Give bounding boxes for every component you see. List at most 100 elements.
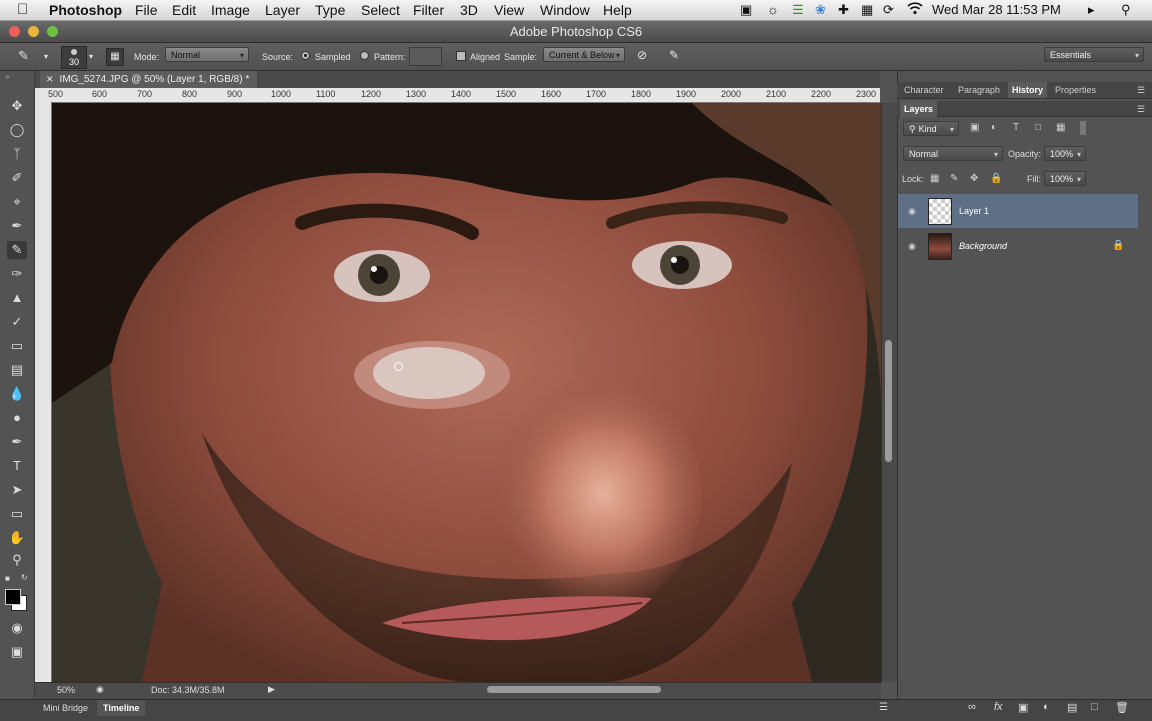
zoom-tool-icon[interactable]: ⚲	[7, 551, 27, 569]
clone-stamp-tool-icon[interactable]: ▲	[7, 289, 27, 307]
horizontal-ruler[interactable]: 500 600 700 800 900 1000 1100 1200 1300 …	[48, 88, 880, 103]
swap-colors-icon[interactable]: ↻	[21, 573, 28, 582]
menu-app-photoshop[interactable]: Photoshop	[49, 1, 122, 19]
tab-paragraph[interactable]: Paragraph	[954, 82, 1004, 98]
mode-dropdown[interactable]: Normal ▾	[165, 47, 249, 62]
puzzle-icon[interactable]: ▦	[861, 2, 873, 18]
tab-character[interactable]: Character	[900, 82, 948, 98]
rectangle-tool-icon[interactable]: ▭	[7, 505, 27, 523]
visibility-eye-icon[interactable]: ◉	[906, 240, 918, 252]
smart-object-filter-icon[interactable]: ▦	[1056, 122, 1065, 133]
lasso-tool-icon[interactable]: ᛉ	[7, 145, 27, 163]
menu-select[interactable]: Select	[361, 1, 400, 19]
speaker-icon[interactable]: ▸	[1088, 2, 1095, 18]
link-layers-icon[interactable]: ∞	[968, 701, 976, 713]
pen-tool-icon[interactable]: ✒	[7, 433, 27, 451]
hand-tool-icon[interactable]: ✋	[7, 529, 27, 547]
layer-style-icon[interactable]: fx	[994, 701, 1003, 713]
horizontal-scroll-thumb[interactable]	[487, 686, 661, 693]
pixel-filter-icon[interactable]: ▣	[970, 122, 979, 133]
search-icon[interactable]: ⚲	[1121, 2, 1131, 18]
marquee-tool-icon[interactable]: ◯	[7, 121, 27, 139]
camera-icon[interactable]: ▣	[740, 2, 752, 18]
medical-cross-icon[interactable]: ✚	[838, 2, 849, 18]
filter-toggle[interactable]	[1080, 121, 1086, 135]
equalizer-icon[interactable]: ☰	[792, 2, 804, 18]
quick-selection-tool-icon[interactable]: ✐	[7, 169, 27, 187]
vertical-scroll-thumb[interactable]	[885, 340, 892, 462]
dodge-tool-icon[interactable]: ●	[7, 409, 27, 427]
flower-icon[interactable]: ❀	[815, 2, 826, 18]
new-layer-icon[interactable]: □	[1091, 701, 1098, 713]
menu-type[interactable]: Type	[315, 1, 345, 19]
lock-position-icon[interactable]: ✥	[970, 173, 978, 184]
path-selection-tool-icon[interactable]: ➤	[7, 481, 27, 499]
default-colors-icon[interactable]: ■	[5, 574, 10, 583]
shape-filter-icon[interactable]: □	[1035, 122, 1041, 133]
crop-tool-icon[interactable]: ⌖	[7, 193, 27, 211]
quick-mask-icon[interactable]: ◉	[7, 619, 27, 637]
pressure-size-icon[interactable]: ✎	[669, 48, 679, 62]
eraser-tool-icon[interactable]: ▭	[7, 337, 27, 355]
lock-pixels-icon[interactable]: ✎	[950, 173, 958, 184]
menu-filter[interactable]: Filter	[413, 1, 444, 19]
menu-image[interactable]: Image	[211, 1, 250, 19]
brush-tool-icon[interactable]: ✑	[7, 265, 27, 283]
adjustment-layer-icon[interactable]: ◐	[1043, 701, 1050, 713]
brightness-icon[interactable]: ☼	[767, 2, 779, 18]
zoom-level[interactable]: 50%	[57, 685, 75, 695]
spot-healing-brush-tool-icon[interactable]: ✎	[18, 48, 38, 64]
vertical-ruler[interactable]	[35, 102, 52, 682]
wifi-icon[interactable]	[907, 2, 923, 19]
blend-mode-dropdown[interactable]: Normal ▾	[903, 146, 1003, 161]
collapse-tools-icon[interactable]: »	[5, 72, 9, 81]
tab-mini-bridge[interactable]: Mini Bridge	[37, 700, 94, 716]
brush-panel-toggle-icon[interactable]: ▦	[106, 48, 124, 66]
lock-all-icon[interactable]: 🔒	[990, 173, 1002, 184]
tab-properties[interactable]: Properties	[1051, 82, 1100, 98]
new-group-icon[interactable]: ▤	[1067, 701, 1077, 714]
sample-dropdown[interactable]: Current & Below ▾	[543, 47, 625, 62]
close-tab-icon[interactable]: ✕	[46, 74, 54, 84]
document-tab[interactable]: ✕ IMG_5274.JPG @ 50% (Layer 1, RGB/8) *	[40, 71, 258, 88]
workspace-switcher[interactable]: Essentials ▾	[1044, 47, 1144, 62]
blur-tool-icon[interactable]: 💧	[7, 385, 27, 403]
aligned-checkbox[interactable]	[456, 51, 466, 61]
layers-panel-menu-icon[interactable]: ☰	[1133, 101, 1149, 117]
eyedropper-tool-icon[interactable]: ✒	[7, 217, 27, 235]
adjustment-filter-icon[interactable]: ◐	[991, 122, 997, 133]
move-tool-icon[interactable]: ✥	[7, 97, 27, 115]
menu-layer[interactable]: Layer	[265, 1, 300, 19]
document-canvas[interactable]	[52, 103, 881, 682]
spot-healing-brush-tool-icon[interactable]: ✎	[7, 241, 27, 259]
menu-file[interactable]: File	[135, 1, 158, 19]
opacity-field[interactable]: 100% ▾	[1044, 146, 1086, 161]
pattern-picker[interactable]	[409, 47, 442, 66]
brush-size-picker[interactable]: 30	[61, 46, 87, 69]
add-mask-icon[interactable]: ▣	[1018, 701, 1028, 714]
brush-picker-arrow-icon[interactable]: ▾	[89, 52, 93, 61]
clock-text[interactable]: Wed Mar 28 11:53 PM	[932, 2, 1061, 18]
sync-icon[interactable]: ⟳	[883, 2, 894, 18]
foreground-color-swatch[interactable]	[5, 589, 21, 605]
status-menu-arrow-icon[interactable]: ▶	[268, 684, 275, 695]
menu-3d[interactable]: 3D	[460, 1, 478, 19]
tool-preset-dropdown-icon[interactable]: ▾	[44, 52, 48, 61]
menu-edit[interactable]: Edit	[172, 1, 196, 19]
fill-field[interactable]: 100% ▾	[1044, 171, 1086, 186]
history-brush-tool-icon[interactable]: ✓	[7, 313, 27, 331]
panel-menu-icon[interactable]: ☰	[1133, 82, 1149, 98]
lock-transparency-icon[interactable]: ▦	[930, 173, 939, 184]
visibility-eye-icon[interactable]: ◉	[906, 205, 918, 217]
type-tool-icon[interactable]: T	[7, 457, 27, 475]
menu-window[interactable]: Window	[540, 1, 590, 19]
type-filter-icon[interactable]: T	[1013, 122, 1019, 133]
share-icon[interactable]: ◉	[96, 684, 104, 695]
delete-layer-icon[interactable]: 🗑	[1115, 701, 1129, 714]
apple-icon[interactable]: 	[17, 1, 28, 19]
menu-help[interactable]: Help	[603, 1, 632, 19]
pattern-radio[interactable]	[360, 51, 369, 60]
layer-row-layer-1[interactable]: ◉ Layer 1	[898, 194, 1138, 228]
menu-view[interactable]: View	[494, 1, 524, 19]
tab-timeline[interactable]: Timeline	[97, 700, 146, 716]
